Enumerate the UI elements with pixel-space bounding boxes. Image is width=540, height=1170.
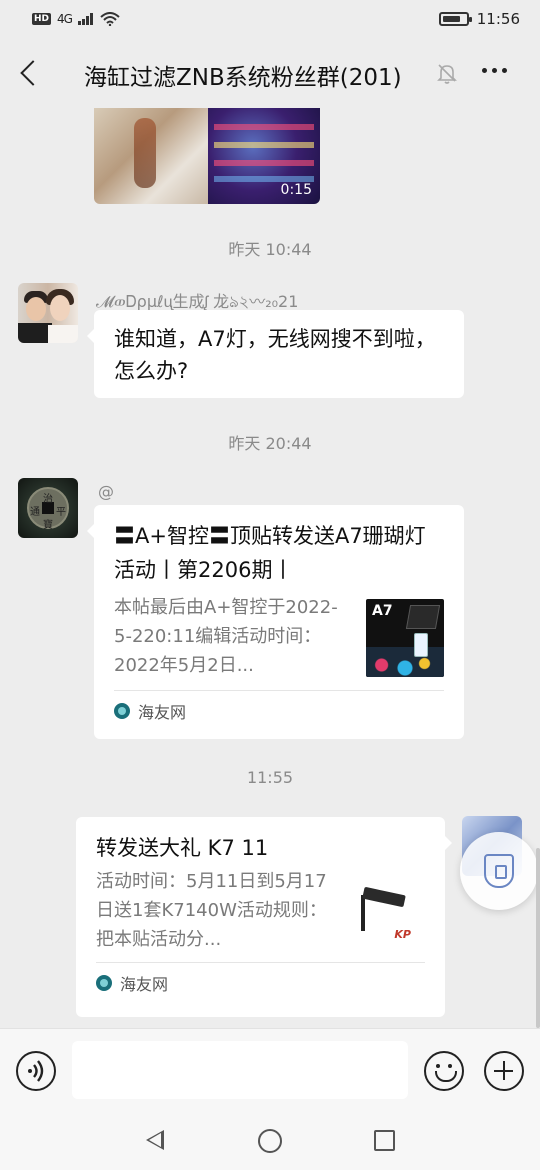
haiyou-logo-icon (96, 975, 112, 991)
link-card-title: 〓A+智控〓顶贴转发送A7珊瑚灯活动丨第2206期丨 (114, 524, 426, 582)
status-indicators: HD 4G (32, 12, 120, 26)
timestamp: 昨天 20:44 (228, 434, 312, 453)
link-card-message[interactable]: 转发送大礼 K7 11 活动时间：5月11日到5月17日送1套K7140W活动规… (76, 817, 452, 1017)
voice-icon (28, 1060, 44, 1082)
video-message[interactable]: 0:15 (94, 108, 320, 204)
timestamp: 昨天 10:44 (228, 240, 312, 259)
more-options-button[interactable] (482, 68, 507, 73)
nav-back-icon[interactable] (146, 1130, 164, 1150)
clock: 11:56 (476, 10, 520, 28)
link-card-thumbnail: KP (347, 873, 425, 951)
thumbnail-label: A7 (372, 603, 393, 619)
back-button[interactable] (18, 58, 44, 88)
link-card-message[interactable]: 〓A+智控〓顶贴转发送A7珊瑚灯活动丨第2206期丨 本帖最后由A+智控于202… (87, 505, 464, 739)
plus-button[interactable] (484, 1051, 524, 1091)
network-type: 4G (57, 12, 73, 26)
message-text: 谁知道，A7灯，无线网搜不到啦，怎么办? (114, 327, 436, 383)
chat-title: 海缸过滤ZNB系统粉丝群(201) (84, 65, 402, 91)
source-name: 海友网 (120, 975, 169, 994)
link-card-thumbnail: A7 (366, 599, 444, 677)
link-card-source: 海友网 (114, 691, 444, 731)
video-duration: 0:15 (280, 182, 312, 198)
input-bar (0, 1028, 540, 1112)
emoji-button[interactable] (424, 1051, 464, 1091)
link-card-description: 活动时间：5月11日到5月17日送1套K7140W活动规则：把本贴活动分... (96, 871, 327, 950)
voice-button[interactable] (16, 1051, 56, 1091)
avatar[interactable] (18, 283, 78, 343)
scrollbar[interactable] (536, 848, 540, 1028)
signal-icon (77, 13, 93, 25)
wifi-icon (100, 12, 120, 26)
avatar[interactable]: 治 寶 通 平 (18, 478, 78, 538)
link-card-source: 海友网 (96, 963, 425, 1003)
security-shield-button[interactable] (460, 832, 538, 910)
nav-home-icon[interactable] (258, 1129, 282, 1153)
link-card-description: 本帖最后由A+智控于2022-5-220:11编辑活动时间：2022年5月2日.… (114, 597, 338, 676)
battery-icon (438, 12, 472, 26)
status-right: 11:56 (438, 10, 520, 28)
haiyou-logo-icon (114, 703, 130, 719)
source-name: 海友网 (138, 703, 187, 722)
shield-icon (484, 854, 514, 888)
text-message-bubble[interactable]: 谁知道，A7灯，无线网搜不到啦，怎么办? (87, 310, 464, 398)
timestamp: 11:55 (246, 768, 294, 787)
system-nav-bar (0, 1112, 540, 1170)
status-bar: HD 4G 11:56 (0, 0, 540, 38)
message-input[interactable] (72, 1041, 408, 1099)
link-card-title: 转发送大礼 K7 11 (96, 836, 269, 860)
thumbnail-logo: KP (394, 928, 411, 941)
hd-badge: HD (32, 13, 52, 25)
chat-header: 海缸过滤ZNB系统粉丝群(201) (0, 38, 540, 108)
bell-off-icon (437, 64, 457, 84)
chat-messages[interactable]: 0:15 昨天 10:44 𝓜ወᎠρμℓᶙ生成ᶘ 龙ঌ২〰₂₀21 谁知道，A7… (0, 108, 540, 1028)
sender-name: @ (98, 482, 114, 501)
video-frame-left (94, 108, 208, 204)
nav-recent-icon[interactable] (374, 1130, 395, 1151)
